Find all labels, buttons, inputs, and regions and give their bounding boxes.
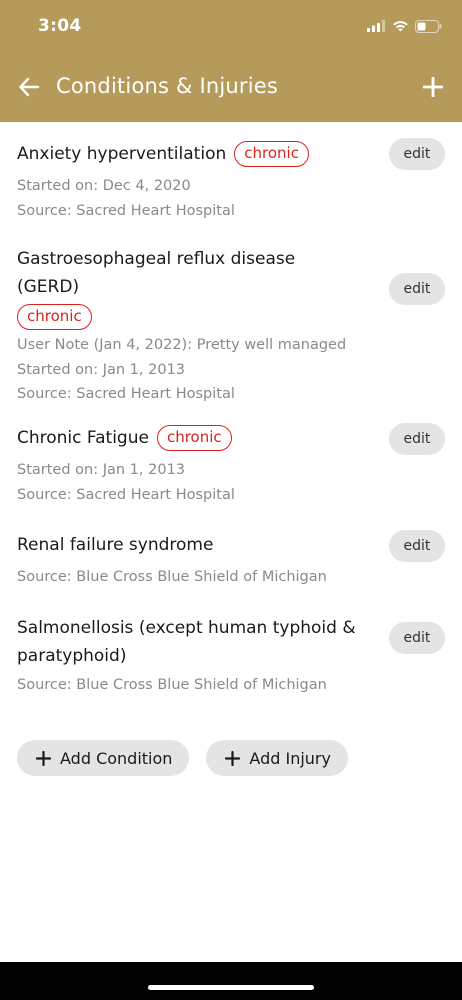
actions-row: Add Condition Add Injury <box>17 740 348 776</box>
home-bar-area <box>0 962 462 1000</box>
add-condition-label: Add Condition <box>60 748 173 768</box>
add-injury-label: Add Injury <box>249 748 331 768</box>
condition-title: Salmonellosis (except human typhoid & pa… <box>17 618 356 666</box>
condition-title: Renal failure syndrome <box>17 535 214 555</box>
condition-title-row: Chronic Fatigue chronic <box>17 424 367 452</box>
source: Source: Sacred Heart Hospital <box>17 486 235 503</box>
source: Source: Blue Cross Blue Shield of Michig… <box>17 569 327 585</box>
edit-button[interactable]: edit <box>389 622 445 654</box>
status-time: 3:04 <box>38 16 82 36</box>
app-header: 3:04 Conditions & Injuries <box>0 0 462 122</box>
battery-icon <box>415 19 442 33</box>
status-icons <box>367 18 442 34</box>
wifi-icon <box>393 21 408 32</box>
condition-title: Gastroesophageal reflux disease (GERD) <box>17 249 296 297</box>
condition-item: Gastroesophageal reflux disease (GERD) c… <box>0 240 462 416</box>
plus-icon <box>225 750 241 766</box>
condition-title: Chronic Fatigue <box>17 428 149 448</box>
add-condition-button[interactable]: Add Condition <box>17 740 190 776</box>
source: Source: Sacred Heart Hospital <box>17 202 235 219</box>
condition-title: Anxiety hyperventilation <box>17 144 227 164</box>
edit-button[interactable]: edit <box>389 138 445 170</box>
signal-icon <box>367 20 385 32</box>
edit-button[interactable]: edit <box>389 530 445 562</box>
plus-icon <box>423 77 443 97</box>
user-note: User Note (Jan 4, 2022): Pretty well man… <box>17 337 347 353</box>
condition-item: Renal failure syndrome Source: Blue Cros… <box>0 526 462 607</box>
nav-bar: Conditions & Injuries <box>0 62 462 112</box>
home-indicator[interactable] <box>148 985 314 990</box>
back-button[interactable] <box>14 72 44 102</box>
chronic-badge: chronic <box>234 141 309 167</box>
edit-button[interactable]: edit <box>389 423 445 455</box>
plus-icon <box>36 750 51 766</box>
status-bar: 3:04 <box>0 0 462 54</box>
started-on: Started on: Dec 4, 2020 <box>17 178 191 194</box>
edit-button[interactable]: edit <box>389 273 445 305</box>
source: Source: Blue Cross Blue Shield of Michig… <box>17 677 327 693</box>
source: Source: Sacred Heart Hospital <box>17 386 235 402</box>
chronic-badge: chronic <box>17 304 92 330</box>
started-on: Started on: Jan 1, 2013 <box>17 462 186 478</box>
started-on: Started on: Jan 1, 2013 <box>17 361 186 378</box>
condition-item: Salmonellosis (except human typhoid & pa… <box>0 607 462 697</box>
conditions-list: Anxiety hyperventilation chronic Started … <box>0 122 462 697</box>
arrow-left-icon <box>19 77 40 97</box>
condition-item: Chronic Fatigue chronic Started on: Jan 1… <box>0 416 462 526</box>
condition-item: Anxiety hyperventilation chronic Started … <box>0 122 462 240</box>
add-injury-button[interactable]: Add Injury <box>206 740 348 776</box>
chronic-badge: chronic <box>156 425 232 451</box>
page-title: Conditions & Injuries <box>56 74 279 98</box>
add-button[interactable] <box>418 72 448 102</box>
condition-title-row: Anxiety hyperventilation chronic <box>17 140 367 168</box>
